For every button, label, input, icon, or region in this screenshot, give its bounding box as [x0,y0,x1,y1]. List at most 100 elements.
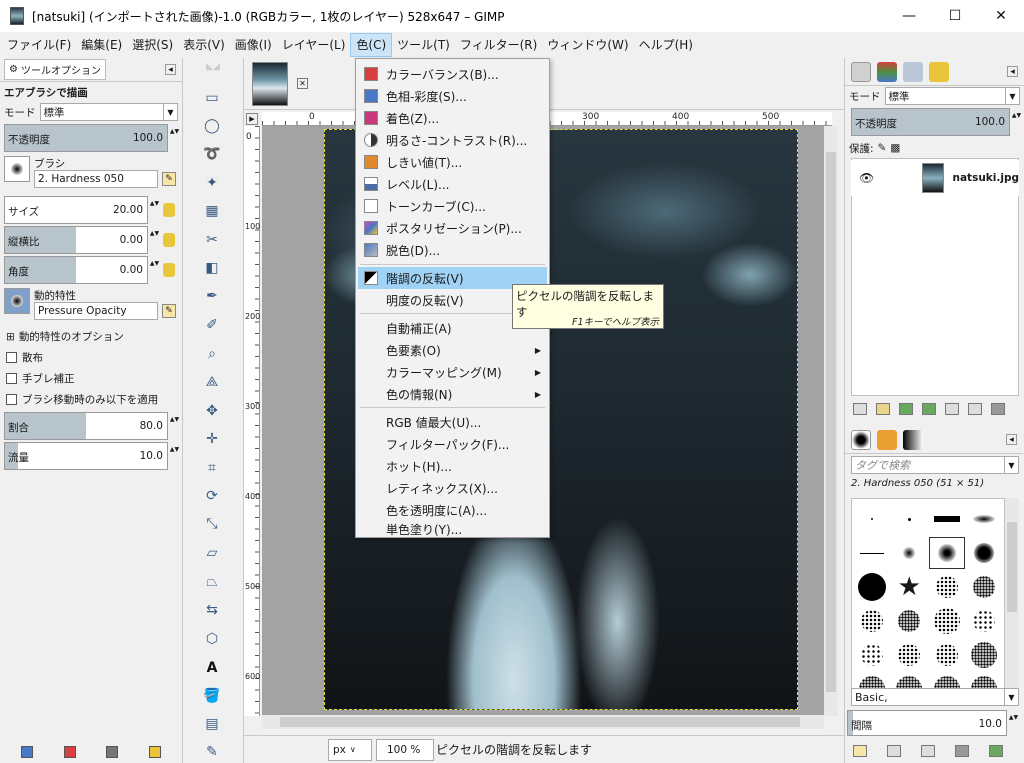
brush-item[interactable] [854,605,890,637]
new-brush-icon[interactable] [887,745,901,757]
shear-icon[interactable]: ▱ [202,543,222,563]
menu-posterize[interactable]: ポスタリゼーション(P)... [358,217,547,239]
apply-jitter-checkbox-row[interactable]: ブラシ移動時のみ以下を適用 [0,389,182,410]
close-button[interactable]: ✕ [978,0,1024,32]
foreground-select-icon[interactable]: ◧ [202,258,222,278]
flow-slider[interactable]: 流量 10.0 ▲▼ [4,442,179,470]
brush-item[interactable] [892,537,928,569]
menu-hue-saturation[interactable]: 色相-彩度(S)... [358,85,547,107]
brush-item-selected[interactable] [929,537,965,569]
restore-options-icon[interactable] [63,746,76,758]
rate-spinner[interactable]: ▲▼ [170,416,179,436]
menu-edit[interactable]: 編集(E) [76,33,127,57]
brush-item[interactable] [929,503,965,535]
menu-info[interactable]: 色の情報(N) ▶ [358,383,547,405]
rate-slider[interactable]: 割合 80.0 ▲▼ [4,412,179,440]
reset-aspect-icon[interactable] [163,233,175,247]
ellipse-select-icon[interactable]: ◯ [202,116,222,136]
brush-item[interactable] [929,605,965,637]
dynamics-options-expander[interactable]: ⊞ 動的特性のオプション [0,326,182,347]
angle-spinner[interactable]: ▲▼ [150,260,159,280]
zoom-icon[interactable]: ⌕ [202,344,222,364]
brushes-dock-menu-icon[interactable]: ◂ [1006,434,1017,445]
menu-image[interactable]: 画像(I) [230,33,277,57]
menu-help[interactable]: ヘルプ(H) [634,33,698,57]
aspect-slider[interactable]: 縦横比 0.00 ▲▼ [4,226,175,254]
menu-colorify[interactable]: 単色塗り(Y)... [358,521,547,537]
menu-filters[interactable]: フィルター(R) [455,33,542,57]
dynamics-field[interactable]: Pressure Opacity [34,302,158,320]
menu-file[interactable]: ファイル(F) [2,33,76,57]
menu-filter-pack[interactable]: フィルターパック(F)... [358,433,547,455]
delete-brush-icon[interactable] [955,745,969,757]
menu-maximum-rgb[interactable]: RGB 値最大(U)... [358,411,547,433]
close-image-icon[interactable]: ✕ [297,78,308,89]
layer-opacity-slider[interactable]: 不透明度 100.0 ▲▼ [851,108,1021,136]
duplicate-layer-icon[interactable] [945,403,959,415]
refresh-brushes-icon[interactable] [989,745,1003,757]
anchor-layer-icon[interactable] [968,403,982,415]
scatter-checkbox[interactable] [6,352,17,363]
smoothing-checkbox-row[interactable]: 手ブレ補正 [0,368,182,389]
layer-opacity-spinner[interactable]: ▲▼ [1012,112,1021,132]
edit-dynamics-icon[interactable]: ✎ [162,304,176,318]
scatter-checkbox-row[interactable]: 散布 [0,347,182,368]
brush-item[interactable] [929,571,965,603]
brush-spacing-spinner[interactable]: ▲▼ [1009,714,1018,734]
move-icon[interactable]: ✥ [202,401,222,421]
brush-tag-filter[interactable]: タグで検索 ▼ [851,456,1019,474]
mode-select[interactable]: 標準 ▼ [39,103,178,121]
paths-icon[interactable]: ✒ [202,286,222,306]
menu-desaturate[interactable]: 脱色(D)... [358,239,547,261]
brush-item[interactable] [854,571,890,603]
brush-preview[interactable] [4,156,30,182]
menu-windows[interactable]: ウィンドウ(W) [542,33,633,57]
brush-item[interactable] [892,605,928,637]
menu-select[interactable]: 選択(S) [127,33,178,57]
minimize-button[interactable]: — [886,0,932,32]
dynamics-icon[interactable] [4,288,30,314]
brush-item[interactable] [967,503,1003,535]
cage-icon[interactable]: ⬡ [202,629,222,649]
layer-row[interactable]: 👁 natsuki.jpg [851,160,1019,196]
lock-pixels-icon[interactable]: ✎ [878,142,887,154]
brush-grid[interactable]: ★ [851,498,1005,702]
new-group-icon[interactable] [876,403,890,415]
flip-icon[interactable]: ⇆ [202,600,222,620]
menu-brightness-contrast[interactable]: 明るさ-コントラスト(R)... [358,129,547,151]
menu-tools[interactable]: ツール(T) [392,33,455,57]
horizontal-scrollbar[interactable] [262,715,824,729]
bucket-fill-icon[interactable]: 🪣 [202,686,222,706]
aspect-spinner[interactable]: ▲▼ [150,230,159,250]
angle-slider[interactable]: 角度 0.00 ▲▼ [4,256,175,284]
eye-icon[interactable]: 👁 [859,171,876,185]
menu-colors[interactable]: 色(C) [350,33,393,57]
patterns-tab-icon[interactable] [877,429,897,450]
brush-item[interactable] [854,503,890,535]
raise-layer-icon[interactable] [899,403,913,415]
new-layer-icon[interactable] [853,403,867,415]
duplicate-brush-icon[interactable] [921,745,935,757]
brush-spacing-slider[interactable]: 間隔 10.0 ▲▼ [847,710,1018,736]
gradient-icon[interactable]: ▤ [202,714,222,734]
undo-tab-icon[interactable] [929,61,949,82]
brush-grid-scrollbar[interactable] [1005,498,1019,690]
edit-brush-icon[interactable]: ✎ [162,172,176,186]
menu-colorize[interactable]: 着色(Z)... [358,107,547,129]
brushes-tab-icon[interactable] [851,429,871,450]
lower-layer-icon[interactable] [922,403,936,415]
maximize-button[interactable]: ☐ [932,0,978,32]
brush-preset-select[interactable]: Basic, ▼ [851,688,1019,706]
zoom-select[interactable]: 100 % [376,738,434,761]
menu-view[interactable]: 表示(V) [178,33,230,57]
reset-options-icon[interactable] [148,746,161,758]
brush-item[interactable] [967,537,1003,569]
paintbrush-icon[interactable]: ✎ [202,742,222,762]
brush-item[interactable] [967,571,1003,603]
free-select-icon[interactable]: ➰ [202,144,222,164]
brush-item[interactable]: ★ [892,571,928,603]
flow-spinner[interactable]: ▲▼ [170,446,179,466]
save-options-icon[interactable] [21,746,34,758]
menu-curves[interactable]: トーンカーブ(C)... [358,195,547,217]
tool-options-tab[interactable]: ⚙ ツールオプション [4,59,106,80]
